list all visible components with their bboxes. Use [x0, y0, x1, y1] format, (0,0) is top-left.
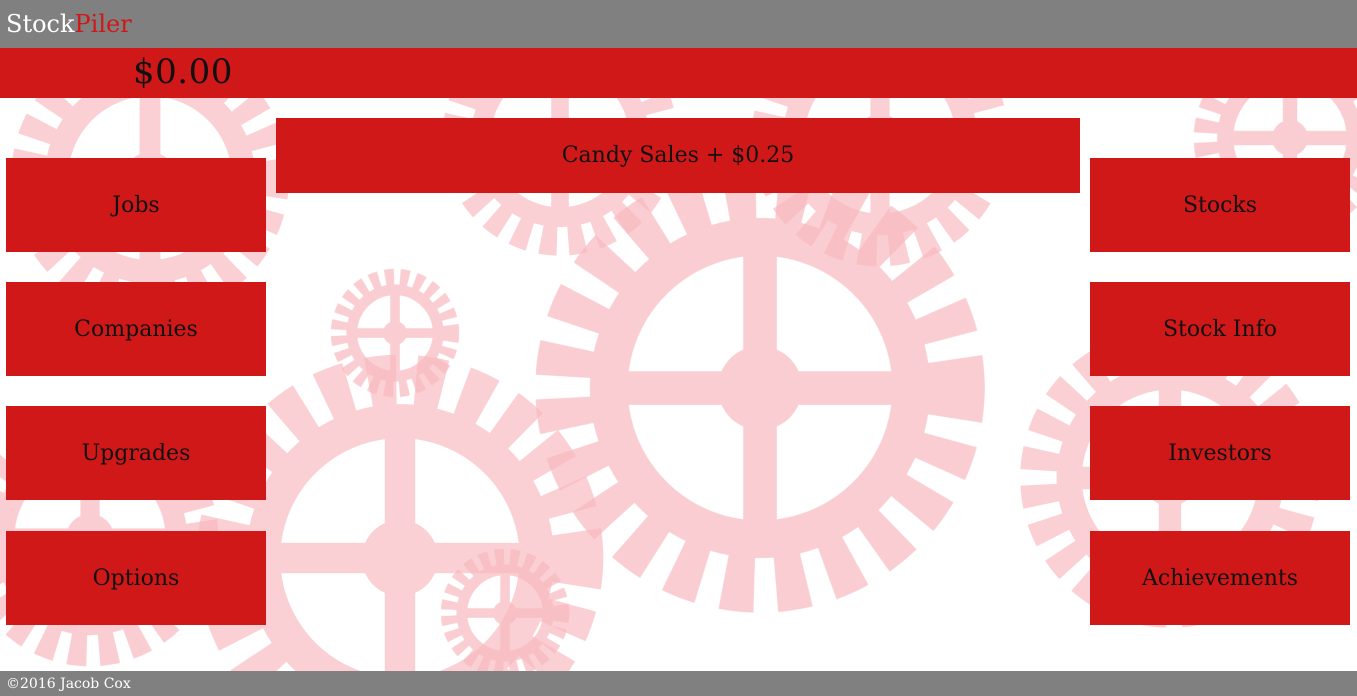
balance-bar: $0.00: [0, 48, 1357, 98]
footer: ©2016 Jacob Cox: [0, 671, 1357, 696]
stocks-button[interactable]: Stocks: [1090, 158, 1350, 252]
logo-text-piler: Piler: [74, 10, 132, 38]
investors-button[interactable]: Investors: [1090, 406, 1350, 500]
options-button[interactable]: Options: [6, 531, 266, 625]
game-area: Candy Sales + $0.25 Jobs Companies Upgra…: [0, 98, 1357, 671]
copyright-text: ©2016 Jacob Cox: [6, 675, 131, 692]
app-header: Stock Piler: [0, 0, 1357, 48]
logo-text-stock: Stock: [6, 10, 75, 38]
candy-sales-button[interactable]: Candy Sales + $0.25: [276, 118, 1080, 193]
achievements-button[interactable]: Achievements: [1090, 531, 1350, 625]
jobs-button[interactable]: Jobs: [6, 158, 266, 252]
balance-value: $0.00: [133, 52, 233, 92]
stock-info-button[interactable]: Stock Info: [1090, 282, 1350, 376]
upgrades-button[interactable]: Upgrades: [6, 406, 266, 500]
companies-button[interactable]: Companies: [6, 282, 266, 376]
